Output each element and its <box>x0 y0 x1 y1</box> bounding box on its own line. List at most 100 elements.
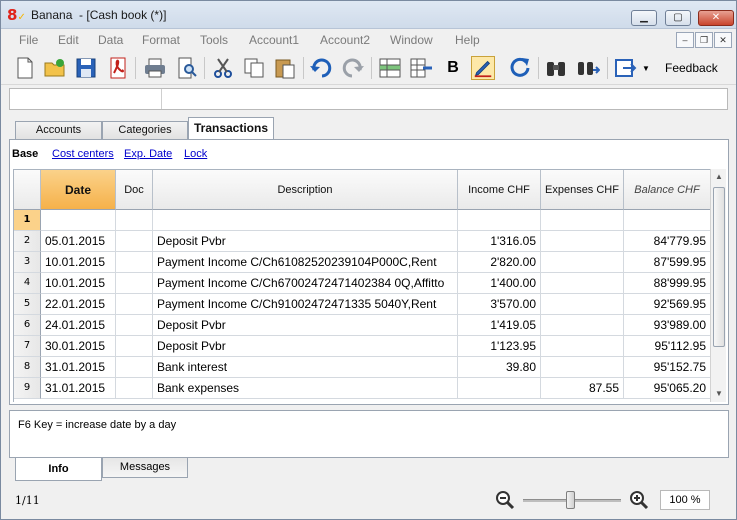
cell-income[interactable]: 39.80 <box>458 357 541 378</box>
cell-expenses[interactable]: 87.55 <box>541 378 624 399</box>
save-icon[interactable] <box>74 56 98 80</box>
cell-expenses[interactable] <box>541 231 624 252</box>
cell-balance[interactable]: 95'065.20 <box>624 378 710 399</box>
view-base[interactable]: Base <box>12 148 38 160</box>
cell-doc[interactable] <box>116 210 153 231</box>
menu-data[interactable]: Data <box>98 33 123 47</box>
menu-file[interactable]: File <box>19 33 38 47</box>
cell-expenses[interactable] <box>541 336 624 357</box>
cell-income[interactable]: 3'570.00 <box>458 294 541 315</box>
cell-editor-bar[interactable] <box>9 88 728 110</box>
new-file-icon[interactable] <box>13 56 37 80</box>
row-number[interactable]: 7 <box>14 336 41 357</box>
menu-tools[interactable]: Tools <box>200 33 228 47</box>
tab-info[interactable]: Info <box>15 458 102 481</box>
cell-description[interactable]: Deposit Pvbr <box>153 336 458 357</box>
column-header-description[interactable]: Description <box>153 170 458 210</box>
cell-date[interactable]: 10.01.2015 <box>41 273 116 294</box>
scroll-up-icon[interactable]: ▲ <box>714 172 724 182</box>
row-number[interactable]: 1 <box>14 210 41 231</box>
cell-description[interactable]: Payment Income C/Ch61082520239104P000C,R… <box>153 252 458 273</box>
view-exp-date[interactable]: Exp. Date <box>124 148 172 160</box>
cell-income[interactable]: 1'400.00 <box>458 273 541 294</box>
menu-account1[interactable]: Account1 <box>249 33 299 47</box>
column-header-balance[interactable]: Balance CHF <box>624 170 710 210</box>
close-button[interactable]: ✕ <box>698 10 734 26</box>
bold-button[interactable]: B <box>441 56 465 80</box>
cell-doc[interactable] <box>116 273 153 294</box>
cell-date[interactable]: 22.01.2015 <box>41 294 116 315</box>
cell-expenses[interactable] <box>541 273 624 294</box>
cell-date[interactable]: 05.01.2015 <box>41 231 116 252</box>
scrollbar-thumb[interactable] <box>713 187 725 347</box>
row-number[interactable]: 2 <box>14 231 41 252</box>
cell-description[interactable]: Bank interest <box>153 357 458 378</box>
maximize-button[interactable]: ▢ <box>665 10 691 26</box>
cell-expenses[interactable] <box>541 315 624 336</box>
zoom-level-field[interactable]: 100 % <box>660 490 710 510</box>
menu-help[interactable]: Help <box>455 33 480 47</box>
cell-doc[interactable] <box>116 357 153 378</box>
column-header-doc[interactable]: Doc <box>116 170 153 210</box>
vertical-scrollbar[interactable]: ▲ ▼ <box>710 169 726 402</box>
print-preview-icon[interactable] <box>175 56 199 80</box>
cell-description[interactable]: Bank expenses <box>153 378 458 399</box>
feedback-button[interactable]: Feedback <box>665 61 718 75</box>
open-folder-icon[interactable] <box>43 56 67 80</box>
tab-categories[interactable]: Categories <box>102 121 188 139</box>
find-binoculars-icon[interactable] <box>544 56 568 80</box>
cell-doc[interactable] <box>116 252 153 273</box>
view-cost-centers[interactable]: Cost centers <box>52 148 114 160</box>
print-icon[interactable] <box>143 56 167 80</box>
column-header-date[interactable]: Date <box>41 170 116 210</box>
scroll-down-icon[interactable]: ▼ <box>714 389 724 399</box>
cell-balance[interactable]: 84'779.95 <box>624 231 710 252</box>
row-number[interactable]: 5 <box>14 294 41 315</box>
cell-date[interactable]: 30.01.2015 <box>41 336 116 357</box>
cell-expenses[interactable] <box>541 357 624 378</box>
undo-icon[interactable] <box>309 56 333 80</box>
copy-icon[interactable] <box>242 56 266 80</box>
row-number[interactable]: 6 <box>14 315 41 336</box>
cell-date[interactable] <box>41 210 116 231</box>
minimize-button[interactable]: ▁ <box>631 10 657 26</box>
cell-doc[interactable] <box>116 315 153 336</box>
cell-date[interactable]: 31.01.2015 <box>41 378 116 399</box>
mdi-close-button[interactable]: ✕ <box>714 32 732 48</box>
delete-row-icon[interactable] <box>409 56 433 80</box>
cell-doc[interactable] <box>116 336 153 357</box>
cell-balance[interactable]: 93'989.00 <box>624 315 710 336</box>
cut-icon[interactable] <box>211 56 235 80</box>
edit-pen-icon[interactable] <box>471 56 495 80</box>
menu-format[interactable]: Format <box>142 33 180 47</box>
column-header-income[interactable]: Income CHF <box>458 170 541 210</box>
cell-balance[interactable]: 95'112.95 <box>624 336 710 357</box>
toolbar-dropdown-chevron-icon[interactable]: ▼ <box>640 56 652 80</box>
mdi-restore-button[interactable]: ❐ <box>695 32 713 48</box>
cell-balance[interactable]: 88'999.95 <box>624 273 710 294</box>
cell-description[interactable] <box>153 210 458 231</box>
menu-edit[interactable]: Edit <box>58 33 79 47</box>
recalculate-icon[interactable] <box>508 56 532 80</box>
insert-row-icon[interactable] <box>378 56 402 80</box>
cell-income[interactable] <box>458 210 541 231</box>
cell-expenses[interactable] <box>541 210 624 231</box>
cell-expenses[interactable] <box>541 294 624 315</box>
cell-balance[interactable] <box>624 210 710 231</box>
redo-icon[interactable] <box>341 56 365 80</box>
cell-income[interactable]: 1'316.05 <box>458 231 541 252</box>
title-bar[interactable]: 8✓ Banana - [Cash book (*)] ▁ ▢ ✕ <box>1 1 736 29</box>
cell-income[interactable]: 1'419.05 <box>458 315 541 336</box>
zoom-out-icon[interactable] <box>495 490 515 510</box>
cell-description[interactable]: Deposit Pvbr <box>153 231 458 252</box>
cell-description[interactable]: Payment Income C/Ch91002472471335 5040Y,… <box>153 294 458 315</box>
row-number[interactable]: 9 <box>14 378 41 399</box>
cell-balance[interactable]: 95'152.75 <box>624 357 710 378</box>
row-number[interactable]: 4 <box>14 273 41 294</box>
mdi-minimize-button[interactable]: – <box>676 32 694 48</box>
cell-balance[interactable]: 92'569.95 <box>624 294 710 315</box>
cell-expenses[interactable] <box>541 252 624 273</box>
find-next-icon[interactable] <box>576 56 600 80</box>
cell-date[interactable]: 24.01.2015 <box>41 315 116 336</box>
column-header-expenses[interactable]: Expenses CHF <box>541 170 624 210</box>
